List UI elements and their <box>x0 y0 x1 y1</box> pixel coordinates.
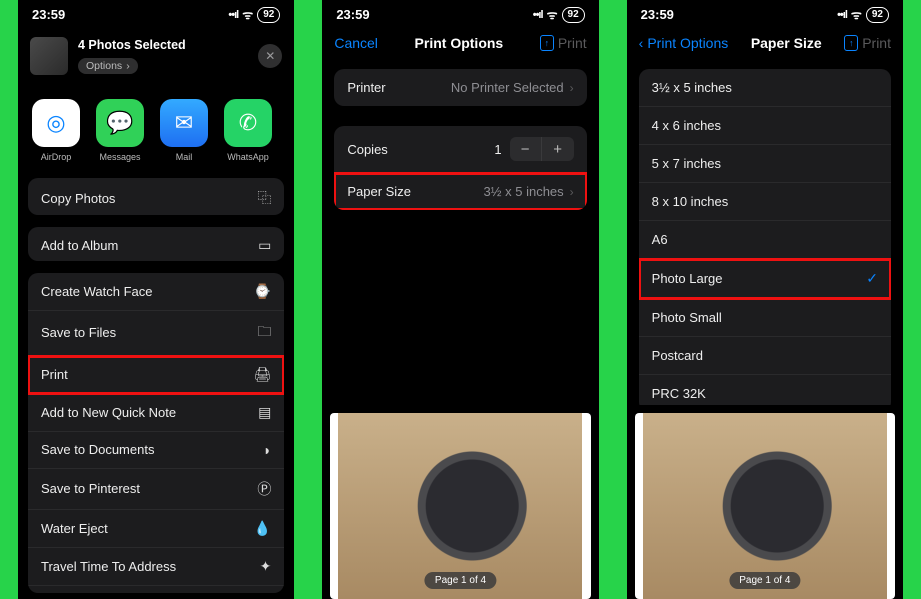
copies-value: 1 <box>494 142 501 157</box>
paper-size-row[interactable]: Paper Size 3½ x 5 inches › <box>334 173 586 210</box>
action-travel-time[interactable]: Travel Time To Address ✦ <box>28 548 284 586</box>
preview-sheet[interactable]: Page 1 of 4 <box>635 413 895 599</box>
nav-bar: ‹ Print Options Paper Size ↑ Print <box>627 27 903 59</box>
action-save-documents[interactable]: Save to Documents ◗ <box>28 432 284 469</box>
print-preview: Page 1 of 4 <box>322 405 598 599</box>
action-quick-note[interactable]: Add to New Quick Note ▤ <box>28 394 284 432</box>
phone-paper-size: 23:59 ••ıl ᯤ 92 ‹ Print Options Paper Si… <box>627 0 903 599</box>
action-combine-images[interactable]: Combine Images ✚ <box>28 586 284 593</box>
cancel-button[interactable]: Cancel <box>334 35 378 51</box>
size-option[interactable]: Postcard <box>639 337 891 375</box>
sparkle-icon: ✦ <box>260 558 272 575</box>
phone-print-options: 23:59 ••ıl ᯤ 92 Cancel Print Options ↑ P… <box>322 0 598 599</box>
share-icon[interactable]: ↑ <box>540 35 554 51</box>
share-app-whatsapp[interactable]: ✆ WhatsApp <box>224 99 272 162</box>
documents-icon: ◗ <box>263 442 271 458</box>
nav-bar: Cancel Print Options ↑ Print <box>322 27 598 59</box>
selection-count: 4 Photos Selected <box>78 38 248 52</box>
airdrop-icon: ◎ <box>32 99 80 147</box>
copies-group: Copies 1 − + Paper Size 3½ x 5 inches › <box>334 126 586 210</box>
checkmark-icon: ✓ <box>866 270 878 287</box>
size-option[interactable]: 8 x 10 inches <box>639 183 891 221</box>
print-preview: Page 1 of 4 <box>627 405 903 599</box>
size-option[interactable]: 4 x 6 inches <box>639 107 891 145</box>
action-copy-photos[interactable]: Copy Photos ⿻ <box>28 178 284 215</box>
page-title: Paper Size <box>751 35 822 51</box>
action-group-2: Add to Album ▭ <box>28 227 284 261</box>
page-indicator: Page 1 of 4 <box>425 572 496 589</box>
chevron-right-icon: › <box>126 60 130 72</box>
action-save-pinterest[interactable]: Save to Pinterest Ⓟ <box>28 469 284 510</box>
status-time: 23:59 <box>336 7 369 22</box>
watch-icon: ⌚ <box>254 283 271 300</box>
print-button: Print <box>558 35 587 51</box>
share-header: 4 Photos Selected Options › ✕ <box>18 27 294 81</box>
size-option[interactable]: Photo Small <box>639 299 891 337</box>
size-option[interactable]: 5 x 7 inches <box>639 145 891 183</box>
page-indicator: Page 1 of 4 <box>729 572 800 589</box>
cellular-icon: ••ıl <box>837 9 847 21</box>
status-right: ••ıl ᯤ 92 <box>228 6 280 23</box>
close-button[interactable]: ✕ <box>258 44 282 68</box>
wifi-icon: ᯤ <box>547 6 558 23</box>
close-icon: ✕ <box>265 49 275 63</box>
action-group-1: Copy Photos ⿻ <box>28 178 284 215</box>
printer-group: Printer No Printer Selected › <box>334 69 586 106</box>
wifi-icon: ᯤ <box>242 6 253 23</box>
copies-decrement[interactable]: − <box>510 137 542 161</box>
action-save-to-files[interactable]: Save to Files 🗀 <box>28 311 284 356</box>
folder-icon: 🗀 <box>257 321 271 345</box>
printer-icon: 🖨 <box>254 366 272 383</box>
page-title: Print Options <box>415 35 504 51</box>
back-button[interactable]: ‹ Print Options <box>639 35 729 51</box>
photo-thumbnail <box>30 37 68 75</box>
printer-row[interactable]: Printer No Printer Selected › <box>334 69 586 106</box>
note-icon: ▤ <box>258 404 271 421</box>
share-apps-row: ◎ AirDrop 💬 Messages ✉ Mail ✆ WhatsApp F… <box>18 81 294 172</box>
status-bar: 23:59 ••ıl ᯤ 92 <box>627 0 903 27</box>
wifi-icon: ᯤ <box>851 6 862 23</box>
options-button[interactable]: Options › <box>78 58 138 74</box>
whatsapp-icon: ✆ <box>224 99 272 147</box>
preview-sheet[interactable]: Page 1 of 4 <box>330 413 590 599</box>
phone-share-sheet: 23:59 ••ıl ᯤ 92 4 Photos Selected Option… <box>18 0 294 599</box>
battery-icon: 92 <box>866 7 889 23</box>
chevron-left-icon: ‹ <box>639 35 644 51</box>
copy-icon: ⿻ <box>257 188 271 208</box>
messages-icon: 💬 <box>96 99 144 147</box>
size-option[interactable]: 3½ x 5 inches <box>639 69 891 107</box>
chevron-right-icon: › <box>570 185 574 199</box>
cellular-icon: ••ıl <box>228 9 238 21</box>
action-add-to-album[interactable]: Add to Album ▭ <box>28 227 284 261</box>
share-icon[interactable]: ↑ <box>844 35 858 51</box>
size-option[interactable]: A6 <box>639 221 891 259</box>
album-icon: ▭ <box>258 237 271 254</box>
share-app-messages[interactable]: 💬 Messages <box>96 99 144 162</box>
action-water-eject[interactable]: Water Eject 💧 <box>28 510 284 548</box>
copies-stepper: 1 − + <box>494 137 573 161</box>
copies-increment[interactable]: + <box>542 137 574 161</box>
cellular-icon: ••ıl <box>533 9 543 21</box>
paper-size-list: 3½ x 5 inches 4 x 6 inches 5 x 7 inches … <box>639 69 891 412</box>
chevron-right-icon: › <box>570 81 574 95</box>
status-time: 23:59 <box>641 7 674 22</box>
water-drop-icon: 💧 <box>254 520 271 537</box>
mail-icon: ✉ <box>160 99 208 147</box>
action-print[interactable]: Print 🖨 <box>28 356 284 394</box>
action-create-watch-face[interactable]: Create Watch Face ⌚ <box>28 273 284 311</box>
status-bar: 23:59 ••ıl ᯤ 92 <box>322 0 598 27</box>
action-group-3: Create Watch Face ⌚ Save to Files 🗀 Prin… <box>28 273 284 593</box>
battery-icon: 92 <box>257 7 280 23</box>
battery-icon: 92 <box>562 7 585 23</box>
status-time: 23:59 <box>32 7 65 22</box>
status-bar: 23:59 ••ıl ᯤ 92 <box>18 0 294 27</box>
size-option-selected[interactable]: Photo Large ✓ <box>639 259 891 299</box>
share-app-mail[interactable]: ✉ Mail <box>160 99 208 162</box>
share-app-airdrop[interactable]: ◎ AirDrop <box>32 99 80 162</box>
pinterest-icon: Ⓟ <box>257 479 271 499</box>
print-button: Print <box>862 35 891 51</box>
copies-row: Copies 1 − + <box>334 126 586 173</box>
